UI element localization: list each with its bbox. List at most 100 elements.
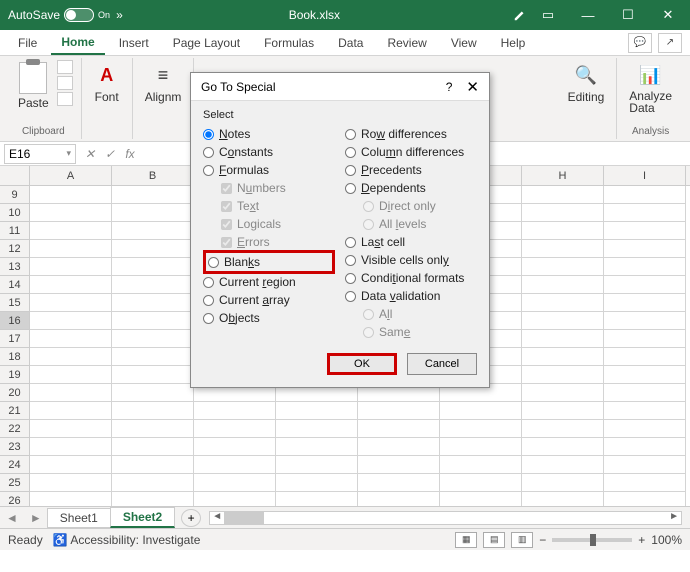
scroll-arrow-right[interactable]: ► [669,511,679,522]
name-box[interactable]: E16▾ [4,144,76,164]
cell[interactable] [604,258,686,276]
cancel-button[interactable]: Cancel [407,353,477,375]
tab-help[interactable]: Help [491,32,536,54]
row-header[interactable]: 15 [0,294,30,312]
cell[interactable] [112,348,194,366]
cell[interactable] [112,330,194,348]
row-header[interactable]: 23 [0,438,30,456]
zoom-knob[interactable] [590,534,596,546]
cell[interactable] [522,420,604,438]
ribbon-options-icon[interactable]: ▭ [534,5,562,25]
cell[interactable] [112,240,194,258]
cell[interactable] [276,438,358,456]
row-header[interactable]: 21 [0,402,30,420]
cell[interactable] [276,456,358,474]
cell[interactable] [30,222,112,240]
cell[interactable] [30,204,112,222]
cell[interactable] [30,240,112,258]
cell[interactable] [604,186,686,204]
cell[interactable] [604,492,686,506]
cell[interactable] [604,402,686,420]
close-button[interactable]: ✕ [654,5,682,25]
dialog-titlebar[interactable]: Go To Special ? ✕ [191,73,489,101]
alignment-button[interactable]: ≡Alignm [141,60,186,106]
maximize-button[interactable]: ☐ [614,5,642,25]
sheet-tab-2[interactable]: Sheet2 [110,507,175,528]
cell[interactable] [30,348,112,366]
autosave-toggle[interactable]: AutoSave On [8,8,110,22]
ok-button[interactable]: OK [327,353,397,375]
cell[interactable] [194,492,276,506]
cell[interactable] [30,186,112,204]
enter-icon[interactable]: ✓ [100,144,120,164]
zoom-slider[interactable] [552,538,632,542]
cell[interactable] [194,402,276,420]
cell[interactable] [522,456,604,474]
cell[interactable] [522,312,604,330]
cell[interactable] [112,366,194,384]
horizontal-scrollbar[interactable]: ◄► [209,511,682,525]
cell[interactable] [440,492,522,506]
comments-icon[interactable]: 💬 [628,33,652,53]
scroll-thumb[interactable] [224,512,264,524]
cell[interactable] [604,276,686,294]
cell[interactable] [194,420,276,438]
cell[interactable] [112,456,194,474]
cell[interactable] [440,474,522,492]
page-break-view-button[interactable]: ▥ [511,532,533,548]
cell[interactable] [522,240,604,258]
row-header[interactable]: 24 [0,456,30,474]
dialog-help-button[interactable]: ? [446,80,453,94]
row-header[interactable]: 25 [0,474,30,492]
cell[interactable] [440,420,522,438]
cell[interactable] [604,294,686,312]
cell[interactable] [112,492,194,506]
row-header[interactable]: 11 [0,222,30,240]
row-header[interactable]: 18 [0,348,30,366]
editing-button[interactable]: 🔍Editing [564,60,609,106]
cell[interactable] [358,438,440,456]
cell[interactable] [30,420,112,438]
toggle-switch[interactable] [64,8,94,22]
sheet-nav-next[interactable]: ► [24,511,48,525]
cancel-icon[interactable]: ✕ [80,144,100,164]
tab-data[interactable]: Data [328,32,373,54]
cell[interactable] [604,240,686,258]
radio-constants[interactable]: Constants [203,143,335,161]
cell[interactable] [604,330,686,348]
cell[interactable] [358,474,440,492]
radio-formulas[interactable]: Formulas [203,161,335,179]
cell[interactable] [604,312,686,330]
radio-data-validation[interactable]: Data validation [345,287,477,305]
cell[interactable] [358,402,440,420]
radio-blanks[interactable]: Blanks [208,253,330,271]
pen-icon[interactable] [506,5,534,25]
cell[interactable] [194,474,276,492]
cell[interactable] [522,204,604,222]
cell[interactable] [522,258,604,276]
cell[interactable] [112,312,194,330]
cell[interactable] [30,474,112,492]
cell[interactable] [440,402,522,420]
normal-view-button[interactable]: ▦ [455,532,477,548]
cell[interactable] [112,294,194,312]
cell[interactable] [522,222,604,240]
analyze-data-button[interactable]: 📊Analyze Data [625,60,676,116]
cell[interactable] [522,438,604,456]
cell[interactable] [604,420,686,438]
row-header[interactable]: 19 [0,366,30,384]
cut-button[interactable] [57,60,73,74]
cell[interactable] [112,420,194,438]
cell[interactable] [112,276,194,294]
cell[interactable] [194,456,276,474]
row-header[interactable]: 14 [0,276,30,294]
radio-visible-cells[interactable]: Visible cells only [345,251,477,269]
row-header[interactable]: 20 [0,384,30,402]
copy-button[interactable] [57,76,73,90]
cell[interactable] [522,402,604,420]
radio-notes[interactable]: Notes [203,125,335,143]
cell[interactable] [522,186,604,204]
radio-precedents[interactable]: Precedents [345,161,477,179]
tab-review[interactable]: Review [377,32,436,54]
cell[interactable] [522,384,604,402]
